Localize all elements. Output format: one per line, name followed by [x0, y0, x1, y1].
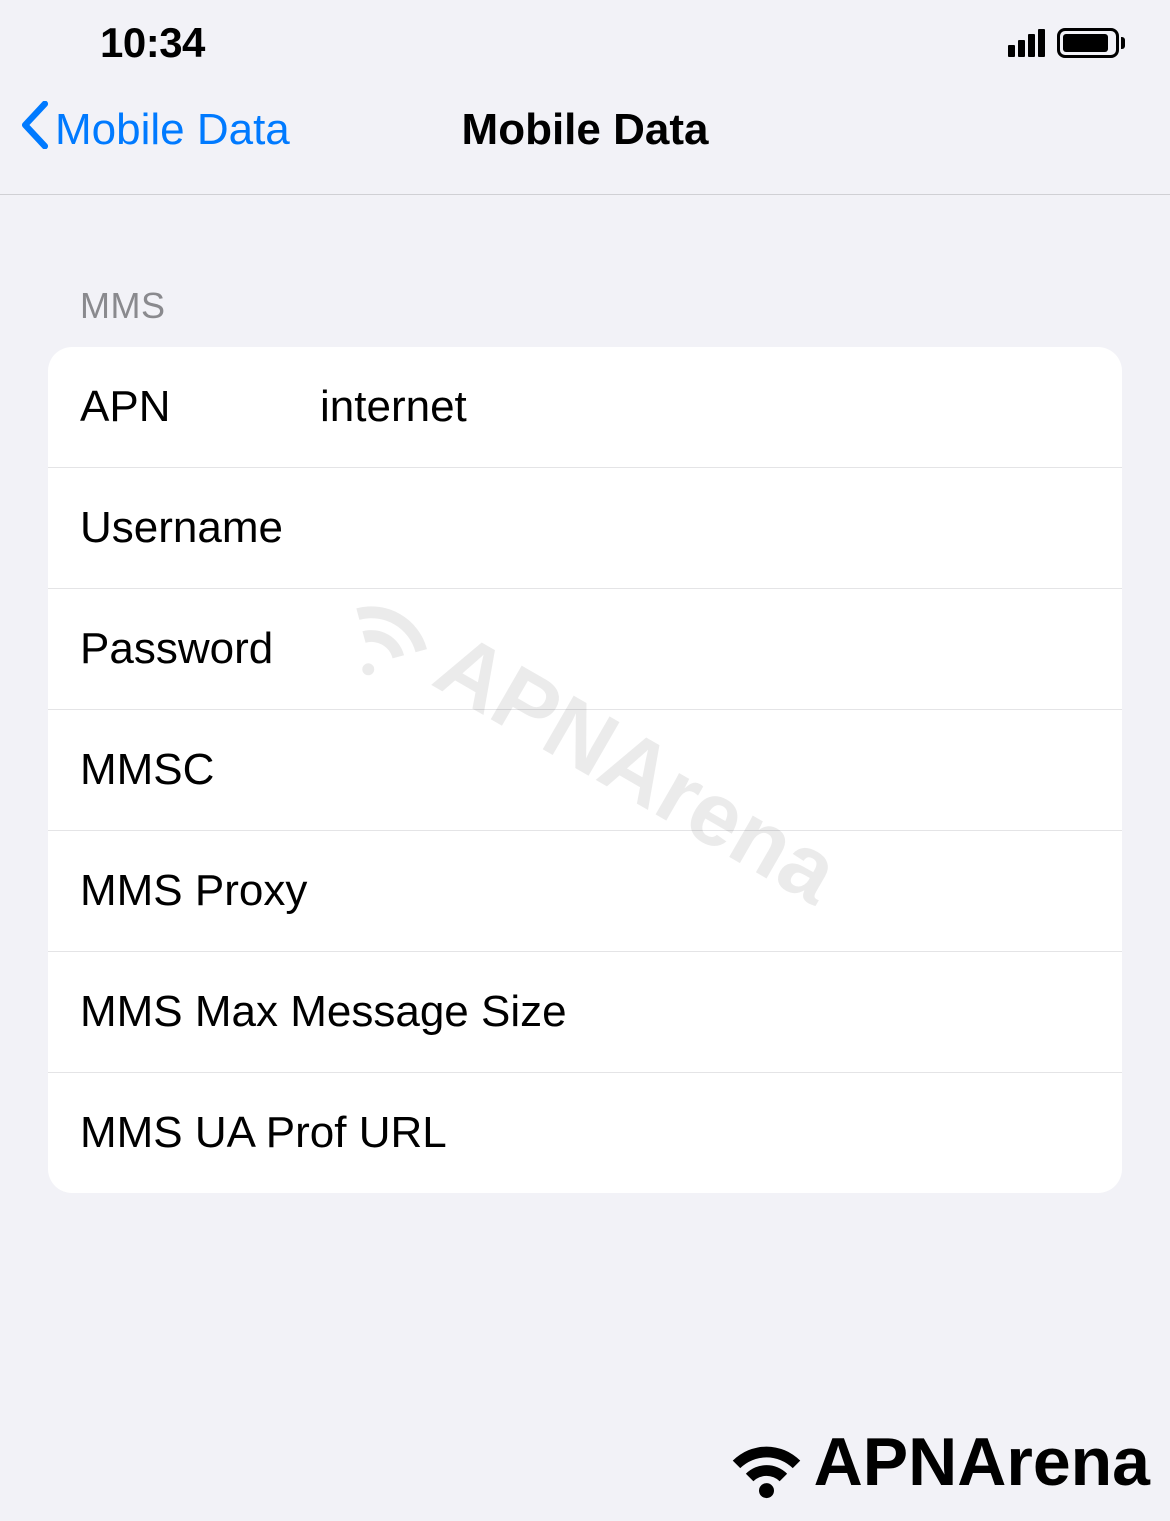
apn-input[interactable] — [320, 382, 1122, 432]
back-button[interactable]: Mobile Data — [20, 101, 290, 158]
mms-ua-prof-row[interactable]: MMS UA Prof URL — [48, 1073, 1122, 1193]
status-icons — [1008, 28, 1125, 58]
password-input[interactable] — [320, 624, 1122, 674]
mms-proxy-row[interactable]: MMS Proxy — [48, 831, 1122, 952]
mms-proxy-label: MMS Proxy — [80, 866, 320, 916]
status-time: 10:34 — [100, 19, 205, 67]
password-label: Password — [80, 624, 320, 674]
battery-icon — [1057, 28, 1125, 58]
mms-ua-prof-label: MMS UA Prof URL — [80, 1108, 447, 1158]
mmsc-row[interactable]: MMSC — [48, 710, 1122, 831]
apn-row[interactable]: APN — [48, 347, 1122, 468]
mmsc-label: MMSC — [80, 745, 320, 795]
nav-bar: Mobile Data Mobile Data — [0, 85, 1170, 195]
mms-max-size-row[interactable]: MMS Max Message Size — [48, 952, 1122, 1073]
mmsc-input[interactable] — [320, 745, 1122, 795]
username-row[interactable]: Username — [48, 468, 1122, 589]
page-title: Mobile Data — [462, 105, 709, 155]
cellular-signal-icon — [1008, 29, 1045, 57]
content-area: APNArena MMS APN Username Password MMSC … — [0, 285, 1170, 1193]
watermark-bottom: APNArena — [719, 1423, 1150, 1501]
status-bar: 10:34 — [0, 0, 1170, 85]
apn-label: APN — [80, 382, 320, 432]
chevron-left-icon — [20, 101, 50, 158]
back-label: Mobile Data — [55, 105, 290, 155]
mms-section-header: MMS — [80, 285, 1122, 327]
mms-proxy-input[interactable] — [320, 866, 1122, 916]
password-row[interactable]: Password — [48, 589, 1122, 710]
username-input[interactable] — [320, 503, 1122, 553]
mms-settings-group: APN Username Password MMSC MMS Proxy MMS… — [48, 347, 1122, 1193]
username-label: Username — [80, 503, 320, 553]
mms-max-size-label: MMS Max Message Size — [80, 987, 567, 1037]
